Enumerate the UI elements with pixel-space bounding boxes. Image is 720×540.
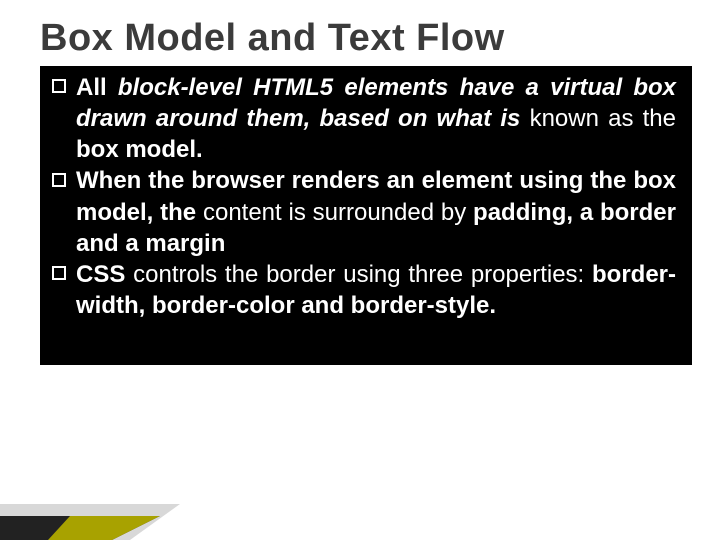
list-item: All block-level HTML5 elements have a vi… xyxy=(52,72,676,166)
square-bullet-icon xyxy=(52,173,66,187)
bullet-text: content is surrounded by xyxy=(203,199,473,226)
corner-decoration-icon xyxy=(0,480,300,540)
slide: Box Model and Text Flow All block-level … xyxy=(0,0,720,540)
bullet-list: All block-level HTML5 elements have a vi… xyxy=(52,72,676,322)
bullet-text: known as the xyxy=(530,105,676,132)
bullet-text: controls the border using three properti… xyxy=(125,261,592,288)
list-item: CSS controls the border using three prop… xyxy=(52,259,676,321)
square-bullet-icon xyxy=(52,79,66,93)
square-bullet-icon xyxy=(52,266,66,280)
bullet-text-bold: box model. xyxy=(76,136,203,163)
bullet-text-bold: All xyxy=(76,74,107,101)
bullet-text-bold: CSS xyxy=(76,261,125,288)
slide-title: Box Model and Text Flow xyxy=(40,18,692,60)
list-item: When the browser renders an element usin… xyxy=(52,165,676,259)
content-block: All block-level HTML5 elements have a vi… xyxy=(40,66,692,366)
